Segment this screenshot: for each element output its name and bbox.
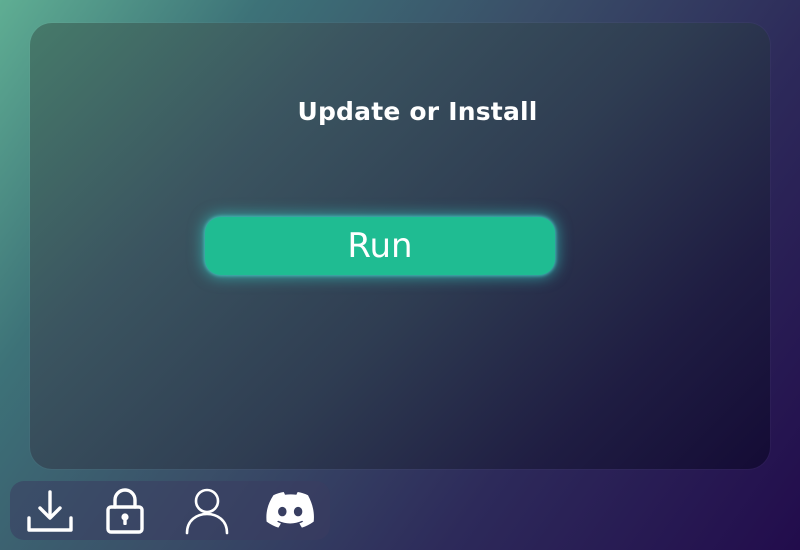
run-button[interactable]: Run (205, 217, 555, 275)
user-icon (185, 488, 229, 534)
main-panel: Update or Install Run (30, 23, 770, 469)
download-button[interactable] (18, 481, 82, 540)
account-button[interactable] (175, 481, 239, 540)
bottom-dock (10, 481, 330, 540)
panel-title: Update or Install (297, 97, 538, 126)
lock-icon (106, 487, 144, 534)
discord-icon (266, 491, 314, 528)
lock-button[interactable] (93, 481, 157, 540)
discord-button[interactable] (259, 481, 323, 540)
download-icon (27, 489, 73, 532)
